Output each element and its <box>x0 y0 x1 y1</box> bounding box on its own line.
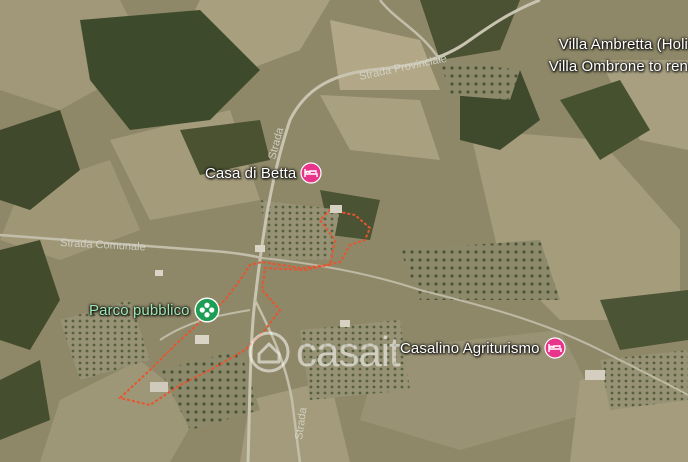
place-label-villa-ombrone[interactable]: Villa Ombrone to ren <box>549 56 688 78</box>
place-villas[interactable]: Villa Ambretta (Holi Villa Ombrone to re… <box>549 34 688 78</box>
watermark-text: casait <box>296 328 401 375</box>
place-label-casa-di-betta[interactable]: Casa di Betta <box>205 165 296 182</box>
watermark: casait <box>248 328 401 376</box>
place-label-villa-ambretta[interactable]: Villa Ambretta (Holi <box>549 34 688 56</box>
place-label-parco-pubblico[interactable]: Parco pubblico <box>89 302 190 319</box>
place-casa-di-betta[interactable]: Casa di Betta <box>205 162 322 184</box>
house-icon <box>248 331 290 373</box>
park-pin-icon[interactable] <box>194 297 220 323</box>
satellite-map[interactable]: Strada Provinciale Strada Strada Comunal… <box>0 0 688 462</box>
hotel-pin-icon[interactable] <box>300 162 322 184</box>
place-parco-pubblico[interactable]: Parco pubblico <box>89 297 220 323</box>
hotel-pin-icon[interactable] <box>543 337 566 359</box>
place-casalino-agriturismo[interactable]: Casalino Agriturismo <box>400 337 566 359</box>
place-label-casalino-agriturismo[interactable]: Casalino Agriturismo <box>400 340 540 357</box>
